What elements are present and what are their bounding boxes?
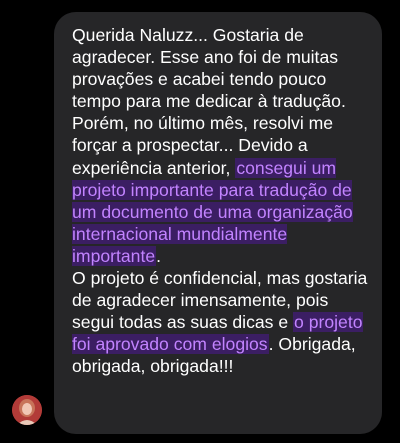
message-bubble[interactable]: Querida Naluzz... Gostaria de agradecer.… xyxy=(54,12,382,434)
message-text: Querida Naluzz... Gostaria de agradecer.… xyxy=(72,25,346,178)
message-paragraph-2: O projeto é confidencial, mas gostaria d… xyxy=(72,267,372,377)
message-paragraph-1: Querida Naluzz... Gostaria de agradecer.… xyxy=(72,24,372,267)
avatar-photo-icon xyxy=(12,395,42,425)
message-text: . xyxy=(156,245,162,266)
sender-avatar[interactable] xyxy=(12,395,42,425)
